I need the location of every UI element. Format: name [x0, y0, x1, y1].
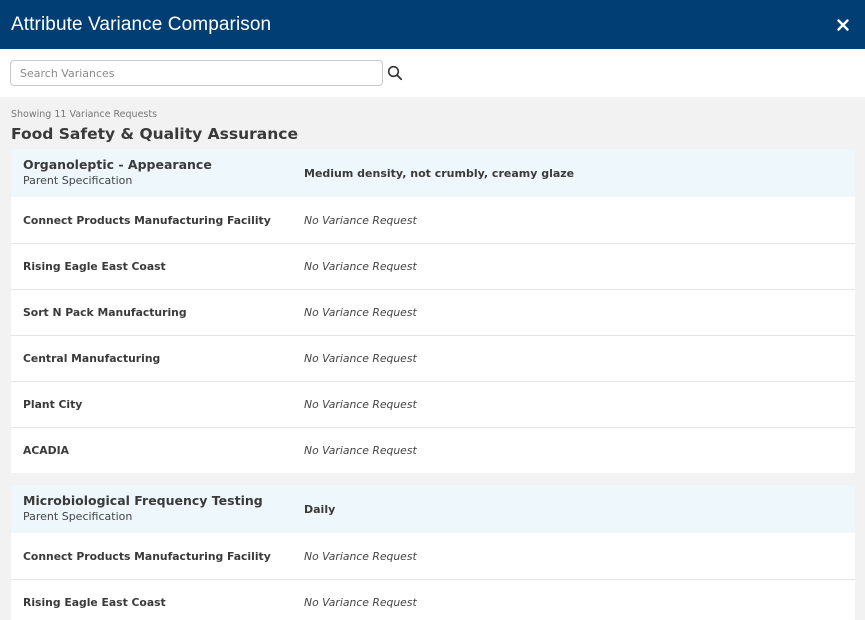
variance-status: No Variance Request: [304, 549, 417, 563]
parent-specification-label: Parent Specification: [23, 510, 133, 523]
facility-row: ACADIA No Variance Request: [11, 427, 855, 473]
facility-row: Connect Products Manufacturing Facility …: [11, 197, 855, 243]
facility-name: Plant City: [23, 398, 83, 411]
variance-status: No Variance Request: [304, 213, 417, 227]
facility-name: Central Manufacturing: [23, 352, 161, 365]
modal-header: Attribute Variance Comparison: [0, 0, 865, 49]
search-input[interactable]: [10, 60, 383, 86]
attribute-card: Microbiological Frequency Testing Parent…: [11, 485, 855, 620]
facility-name: Rising Eagle East Coast: [23, 596, 166, 609]
parent-specification-row: Organoleptic - Appearance Parent Specifi…: [11, 149, 855, 197]
variance-status: No Variance Request: [304, 352, 417, 365]
parent-specification-label: Parent Specification: [23, 174, 133, 187]
attribute-name: Microbiological Frequency Testing: [23, 493, 263, 508]
parent-specification-row: Microbiological Frequency Testing Parent…: [11, 485, 855, 533]
variance-status: No Variance Request: [304, 306, 417, 319]
modal-title: Attribute Variance Comparison: [11, 13, 272, 35]
search-icon: [387, 65, 403, 81]
variance-status: No Variance Request: [304, 260, 417, 273]
attribute-name: Organoleptic - Appearance: [23, 157, 212, 172]
search-bar: [0, 49, 865, 97]
variance-status: No Variance Request: [304, 398, 417, 411]
facility-row: Plant City No Variance Request: [11, 381, 855, 427]
facility-name: Connect Products Manufacturing Facility: [23, 213, 271, 227]
variance-list-panel: Showing 11 Variance Requests Food Safety…: [0, 97, 865, 620]
attribute-card: Organoleptic - Appearance Parent Specifi…: [11, 149, 855, 473]
facility-name: ACADIA: [23, 444, 69, 457]
close-button[interactable]: [831, 13, 855, 37]
facility-row: Rising Eagle East Coast No Variance Requ…: [11, 579, 855, 620]
facility-row: Rising Eagle East Coast No Variance Requ…: [11, 243, 855, 289]
parent-specification-value: Medium density, not crumbly, creamy glaz…: [304, 166, 575, 180]
variance-status: No Variance Request: [304, 444, 417, 457]
section-title: Food Safety & Quality Assurance: [11, 125, 298, 143]
facility-row: Sort N Pack Manufacturing No Variance Re…: [11, 289, 855, 335]
close-icon: [837, 18, 849, 31]
facility-row: Connect Products Manufacturing Facility …: [11, 533, 855, 579]
facility-row: Central Manufacturing No Variance Reques…: [11, 335, 855, 381]
parent-specification-value: Daily: [304, 502, 336, 516]
facility-name: Connect Products Manufacturing Facility: [23, 549, 271, 563]
variance-status: No Variance Request: [304, 596, 417, 609]
facility-name: Sort N Pack Manufacturing: [23, 306, 187, 319]
results-count: Showing 11 Variance Requests: [11, 109, 158, 120]
search-button[interactable]: [387, 65, 403, 81]
facility-name: Rising Eagle East Coast: [23, 260, 166, 273]
